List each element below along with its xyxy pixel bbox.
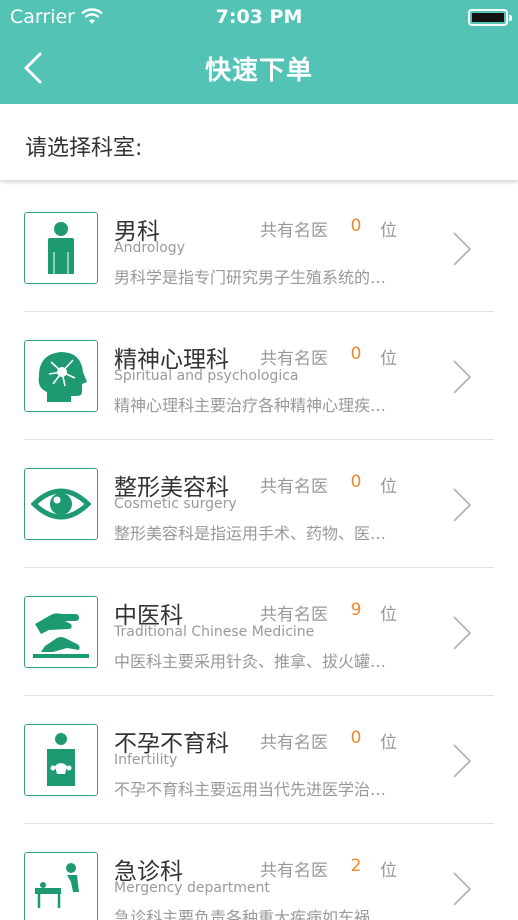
- status-bar: Carrier 7:03 PM: [0, 0, 518, 34]
- doctor-count-label: 共有名医: [260, 861, 328, 881]
- department-row[interactable]: 不孕不育科 Infertility 共有名医 0 位 不孕不育科主要运用当代先进…: [0, 696, 518, 824]
- emergency-stretcher-icon: [35, 863, 79, 908]
- department-description: 中医科主要采用针灸、推拿、拔火罐…: [114, 652, 387, 671]
- department-list: 男科 Andrology 共有名医 0 位 男科学是指专门研究男子生殖系统的… …: [0, 184, 518, 920]
- department-english-name: Spiritual and psychologica: [114, 368, 299, 384]
- chevron-right-icon: [453, 872, 472, 906]
- doctor-count: 0: [350, 216, 362, 236]
- head-neuron-icon: [38, 352, 87, 402]
- department-description: 急诊科主要负责各种重大疾病如车祸…: [114, 908, 387, 920]
- doctor-count-unit: 位: [380, 477, 397, 497]
- department-thumb: [24, 340, 98, 412]
- doctor-count-unit: 位: [380, 861, 397, 881]
- chevron-right-icon: [453, 360, 472, 394]
- department-thumb: [24, 596, 98, 668]
- department-description: 精神心理科主要治疗各种精神心理疾…: [114, 396, 387, 415]
- doctor-count-unit: 位: [380, 349, 397, 369]
- doctor-count-label: 共有名医: [260, 733, 328, 753]
- department-description: 整形美容科是指运用手术、药物、医…: [114, 524, 387, 543]
- doctor-count-unit: 位: [380, 221, 397, 241]
- department-row[interactable]: 急诊科 Mergency department 共有名医 2 位 急诊科主要负责…: [0, 824, 518, 920]
- doctor-count-unit: 位: [380, 605, 397, 625]
- battery-icon: [468, 9, 512, 26]
- department-english-name: Andrology: [114, 240, 185, 256]
- doctor-count-label: 共有名医: [260, 221, 328, 241]
- male-body-icon: [48, 222, 74, 274]
- chevron-right-icon: [453, 232, 472, 266]
- hands-pulse-icon: [33, 613, 89, 658]
- nav-bar: 快速下单: [0, 34, 518, 104]
- doctor-count: 0: [350, 344, 362, 364]
- department-thumb: [24, 724, 98, 796]
- section-header: 请选择科室:: [0, 104, 518, 180]
- reproductive-body-icon: [47, 733, 75, 786]
- chevron-right-icon: [453, 744, 472, 778]
- department-description: 不孕不育科主要运用当代先进医学治…: [114, 780, 387, 799]
- doctor-count: 2: [350, 856, 362, 876]
- department-thumb: [24, 468, 98, 540]
- doctor-count-label: 共有名医: [260, 477, 328, 497]
- status-time: 7:03 PM: [215, 6, 303, 28]
- department-thumb: [24, 852, 98, 920]
- department-english-name: Mergency department: [114, 880, 270, 896]
- chevron-right-icon: [453, 488, 472, 522]
- doctor-count: 0: [350, 472, 362, 492]
- department-row[interactable]: 中医科 Traditional Chinese Medicine 共有名医 9 …: [0, 568, 518, 696]
- select-department-label: 请选择科室:: [25, 136, 143, 161]
- doctor-count: 9: [350, 600, 362, 620]
- department-english-name: Traditional Chinese Medicine: [114, 624, 315, 640]
- department-english-name: Cosmetic surgery: [114, 496, 237, 512]
- doctor-count-unit: 位: [380, 733, 397, 753]
- department-row[interactable]: 男科 Andrology 共有名医 0 位 男科学是指专门研究男子生殖系统的…: [0, 184, 518, 312]
- department-thumb: [24, 212, 98, 284]
- department-description: 男科学是指专门研究男子生殖系统的…: [114, 268, 387, 287]
- page-title: 快速下单: [204, 56, 313, 86]
- app-header: Carrier 7:03 PM 快速下单: [0, 0, 518, 104]
- department-row[interactable]: 整形美容科 Cosmetic surgery 共有名医 0 位 整形美容科是指运…: [0, 440, 518, 568]
- eye-icon: [31, 488, 91, 520]
- department-english-name: Infertility: [114, 752, 178, 768]
- doctor-count-label: 共有名医: [260, 349, 328, 369]
- doctor-count: 0: [350, 728, 362, 748]
- department-row[interactable]: 精神心理科 Spiritual and psychologica 共有名医 0 …: [0, 312, 518, 440]
- chevron-right-icon: [453, 616, 472, 650]
- doctor-count-label: 共有名医: [260, 605, 328, 625]
